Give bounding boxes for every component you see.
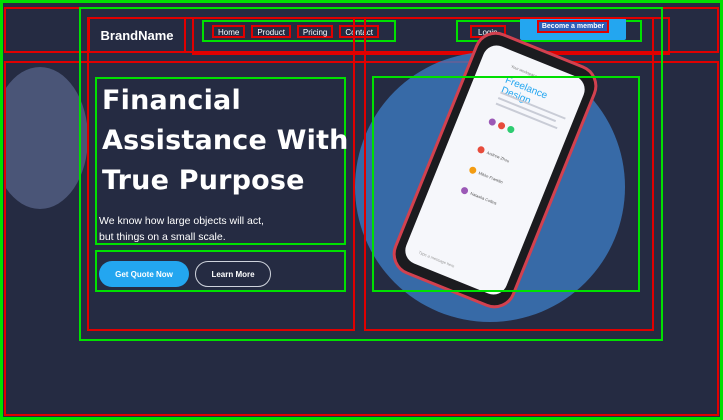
headline-line-2: Assistance With [102,125,349,156]
decorative-ellipse [6,67,88,209]
phone-mockup-container [372,76,640,292]
subtext-line-2: but things on a small scale. [99,231,226,243]
headline-line-3: True Purpose [102,165,305,196]
hero-text-block: Financial Assistance With True Purpose W… [95,77,348,245]
headline-line-1: Financial [102,85,241,116]
hero-headline: Financial Assistance With True Purpose [102,81,352,201]
subtext-line-1: We know how large objects will act, [99,215,264,227]
cta-row: Get Quote Now Learn More [95,250,346,292]
hero-subtext: We know how large objects will act, but … [99,213,319,245]
get-quote-button[interactable]: Get Quote Now [99,261,189,287]
learn-more-button[interactable]: Learn More [195,261,271,287]
